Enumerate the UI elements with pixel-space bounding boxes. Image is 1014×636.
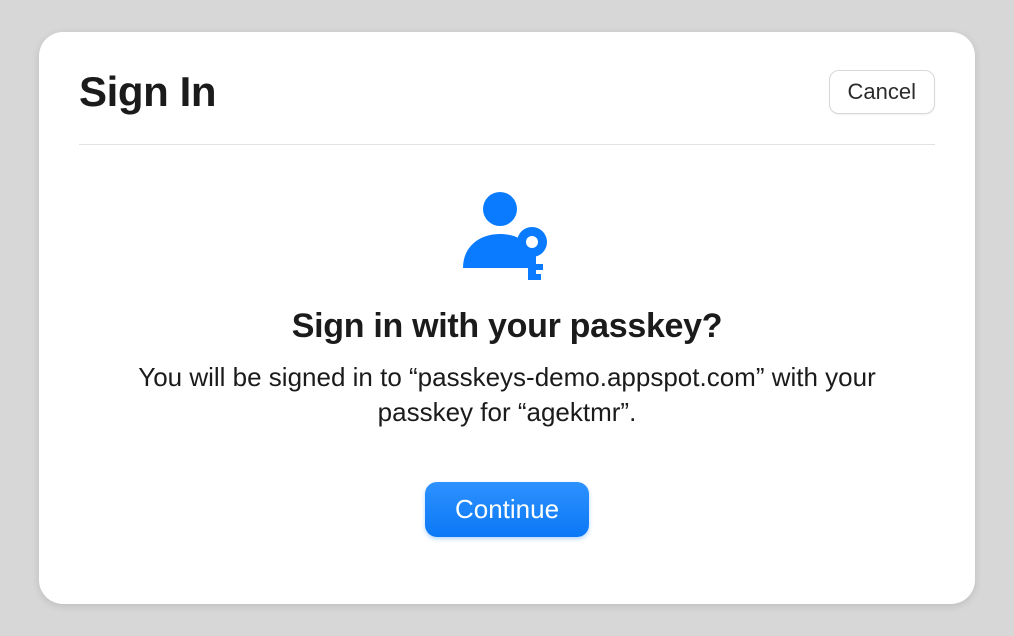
dialog-title: Sign In <box>79 68 216 116</box>
passkey-person-icon <box>452 176 562 291</box>
dialog-subtext: You will be signed in to “passkeys-demo.… <box>127 360 887 430</box>
continue-button[interactable]: Continue <box>425 482 589 537</box>
cancel-button[interactable]: Cancel <box>829 70 935 114</box>
dialog-header: Sign In Cancel <box>79 68 935 145</box>
sign-in-dialog: Sign In Cancel Sign in with your passkey… <box>39 32 975 604</box>
dialog-heading: Sign in with your passkey? <box>292 307 723 346</box>
dialog-body: Sign in with your passkey? You will be s… <box>79 145 935 568</box>
